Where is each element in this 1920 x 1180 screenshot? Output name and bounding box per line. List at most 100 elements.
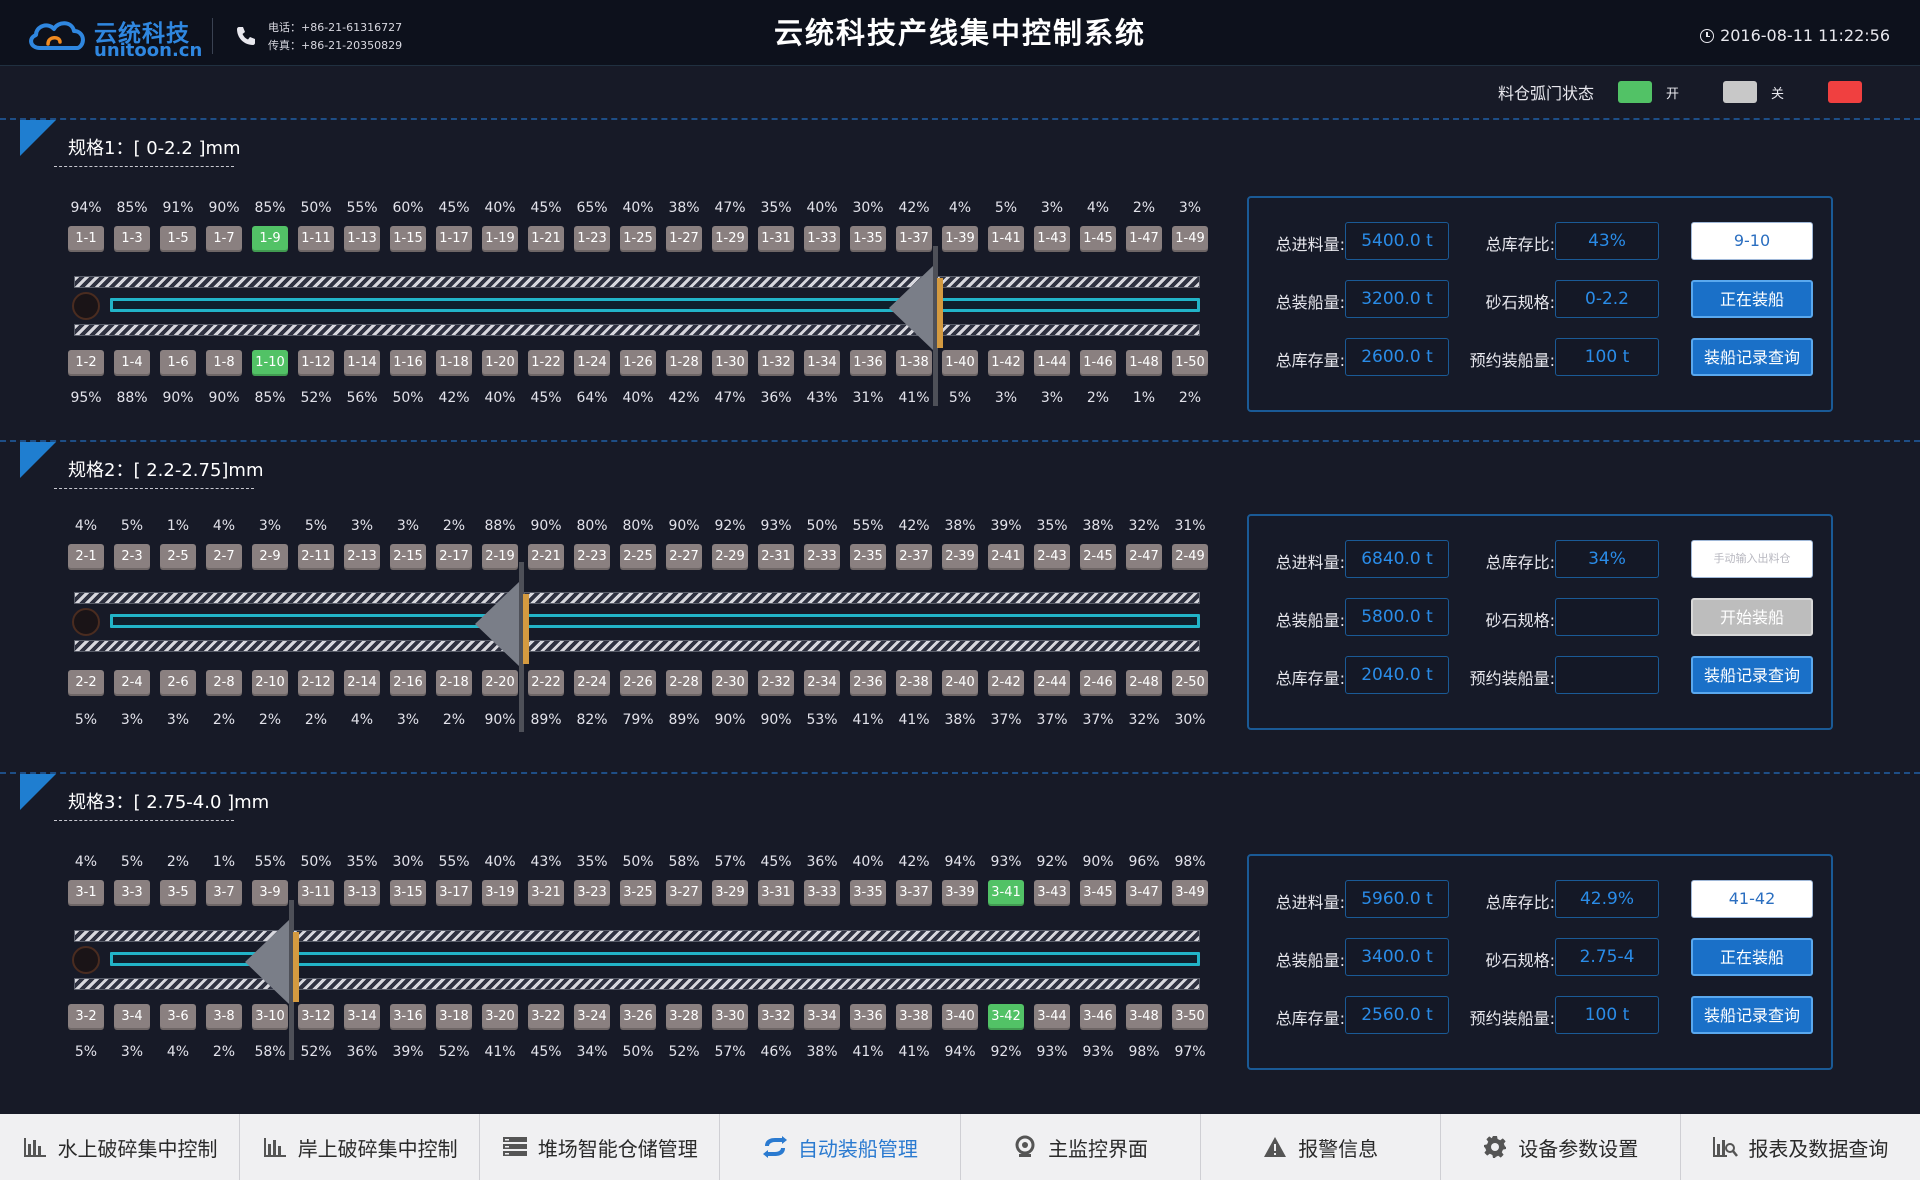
loading-records-button[interactable]: 装船记录查询 [1691, 338, 1813, 376]
nav-item-5[interactable]: 主监控界面 [961, 1114, 1201, 1180]
loading-status-button[interactable]: 正在装船 [1691, 280, 1813, 318]
bin-gate-button[interactable]: 2-39 [942, 544, 978, 570]
bin-gate-button[interactable]: 3-6 [160, 1004, 196, 1030]
bin-gate-button[interactable]: 2-17 [436, 544, 472, 570]
bin-gate-button[interactable]: 3-50 [1172, 1004, 1208, 1030]
bin-gate-button[interactable]: 3-15 [390, 880, 426, 906]
bin-gate-button[interactable]: 1-35 [850, 226, 886, 252]
bin-gate-button[interactable]: 3-34 [804, 1004, 840, 1030]
bin-gate-button[interactable]: 2-41 [988, 544, 1024, 570]
bin-gate-button[interactable]: 2-44 [1034, 670, 1070, 696]
bin-gate-button[interactable]: 2-33 [804, 544, 840, 570]
bin-gate-button[interactable]: 1-8 [206, 350, 242, 376]
bin-gate-button[interactable]: 3-13 [344, 880, 380, 906]
bin-gate-button[interactable]: 3-33 [804, 880, 840, 906]
nav-item-1[interactable]: 水上破碎集中控制 [0, 1114, 241, 1180]
bin-gate-button[interactable]: 2-9 [252, 544, 288, 570]
nav-item-2[interactable]: 岸上破碎集中控制 [240, 1114, 481, 1180]
bin-gate-button[interactable]: 1-31 [758, 226, 794, 252]
bin-gate-button[interactable]: 2-18 [436, 670, 472, 696]
bin-gate-button[interactable]: 2-47 [1126, 544, 1162, 570]
nav-item-4[interactable]: 自动装船管理 [720, 1114, 961, 1180]
bin-gate-button[interactable]: 2-30 [712, 670, 748, 696]
bin-range-input[interactable]: 9-10 [1691, 222, 1813, 260]
bin-gate-button[interactable]: 2-2 [68, 670, 104, 696]
bin-gate-button[interactable]: 3-48 [1126, 1004, 1162, 1030]
bin-gate-button[interactable]: 3-4 [114, 1004, 150, 1030]
bin-gate-button[interactable]: 1-47 [1126, 226, 1162, 252]
bin-gate-button[interactable]: 1-5 [160, 226, 196, 252]
bin-gate-button[interactable]: 2-20 [482, 670, 518, 696]
bin-gate-button[interactable]: 3-22 [528, 1004, 564, 1030]
bin-gate-button[interactable]: 1-1 [68, 226, 104, 252]
bin-gate-button[interactable]: 2-46 [1080, 670, 1116, 696]
bin-gate-button[interactable]: 3-45 [1080, 880, 1116, 906]
bin-gate-button[interactable]: 3-35 [850, 880, 886, 906]
bin-gate-button[interactable]: 1-45 [1080, 226, 1116, 252]
panel-value[interactable] [1555, 656, 1659, 694]
bin-gate-button[interactable]: 2-15 [390, 544, 426, 570]
bin-gate-button[interactable]: 1-4 [114, 350, 150, 376]
bin-gate-button[interactable]: 3-49 [1172, 880, 1208, 906]
bin-gate-button[interactable]: 2-31 [758, 544, 794, 570]
nav-item-3[interactable]: 堆场智能仓储管理 [480, 1114, 721, 1180]
bin-gate-button[interactable]: 1-29 [712, 226, 748, 252]
bin-gate-button[interactable]: 3-40 [942, 1004, 978, 1030]
bin-gate-button[interactable]: 1-20 [482, 350, 518, 376]
bin-gate-button[interactable]: 3-23 [574, 880, 610, 906]
bin-range-input[interactable]: 41-42 [1691, 880, 1813, 918]
bin-gate-button[interactable]: 2-34 [804, 670, 840, 696]
bin-gate-button[interactable]: 2-22 [528, 670, 564, 696]
bin-gate-button[interactable]: 1-9 [252, 226, 288, 252]
bin-gate-button[interactable]: 3-1 [68, 880, 104, 906]
bin-gate-button[interactable]: 1-25 [620, 226, 656, 252]
bin-gate-button[interactable]: 2-14 [344, 670, 380, 696]
bin-gate-button[interactable]: 2-37 [896, 544, 932, 570]
bin-gate-button[interactable]: 1-24 [574, 350, 610, 376]
bin-gate-button[interactable]: 1-7 [206, 226, 242, 252]
bin-gate-button[interactable]: 1-15 [390, 226, 426, 252]
panel-value[interactable]: 100 t [1555, 338, 1659, 376]
bin-gate-button[interactable]: 2-45 [1080, 544, 1116, 570]
bin-gate-button[interactable]: 2-28 [666, 670, 702, 696]
bin-gate-button[interactable]: 3-26 [620, 1004, 656, 1030]
bin-gate-button[interactable]: 2-1 [68, 544, 104, 570]
bin-gate-button[interactable]: 3-27 [666, 880, 702, 906]
bin-gate-button[interactable]: 3-44 [1034, 1004, 1070, 1030]
bin-gate-button[interactable]: 1-32 [758, 350, 794, 376]
loading-status-button[interactable]: 正在装船 [1691, 938, 1813, 976]
bin-gate-button[interactable]: 2-6 [160, 670, 196, 696]
bin-gate-button[interactable]: 3-47 [1126, 880, 1162, 906]
bin-gate-button[interactable]: 3-42 [988, 1004, 1024, 1030]
bin-gate-button[interactable]: 1-23 [574, 226, 610, 252]
bin-gate-button[interactable]: 2-12 [298, 670, 334, 696]
bin-gate-button[interactable]: 1-27 [666, 226, 702, 252]
nav-item-6[interactable]: 报警信息 [1201, 1114, 1441, 1180]
bin-gate-button[interactable]: 3-19 [482, 880, 518, 906]
bin-gate-button[interactable]: 1-6 [160, 350, 196, 376]
bin-gate-button[interactable]: 1-33 [804, 226, 840, 252]
bin-gate-button[interactable]: 1-16 [390, 350, 426, 376]
bin-gate-button[interactable]: 3-14 [344, 1004, 380, 1030]
bin-gate-button[interactable]: 3-30 [712, 1004, 748, 1030]
bin-gate-button[interactable]: 2-42 [988, 670, 1024, 696]
bin-gate-button[interactable]: 3-41 [988, 880, 1024, 906]
bin-gate-button[interactable]: 1-22 [528, 350, 564, 376]
bin-gate-button[interactable]: 1-14 [344, 350, 380, 376]
bin-gate-button[interactable]: 3-17 [436, 880, 472, 906]
loading-records-button[interactable]: 装船记录查询 [1691, 656, 1813, 694]
bin-gate-button[interactable]: 3-25 [620, 880, 656, 906]
bin-gate-button[interactable]: 3-46 [1080, 1004, 1116, 1030]
bin-gate-button[interactable]: 3-7 [206, 880, 242, 906]
bin-gate-button[interactable]: 3-5 [160, 880, 196, 906]
bin-gate-button[interactable]: 1-43 [1034, 226, 1070, 252]
bin-gate-button[interactable]: 2-24 [574, 670, 610, 696]
bin-gate-button[interactable]: 2-40 [942, 670, 978, 696]
bin-gate-button[interactable]: 1-2 [68, 350, 104, 376]
bin-gate-button[interactable]: 3-36 [850, 1004, 886, 1030]
bin-gate-button[interactable]: 2-16 [390, 670, 426, 696]
bin-gate-button[interactable]: 1-10 [252, 350, 288, 376]
bin-gate-button[interactable]: 2-3 [114, 544, 150, 570]
bin-gate-button[interactable]: 2-27 [666, 544, 702, 570]
bin-gate-button[interactable]: 3-12 [298, 1004, 334, 1030]
